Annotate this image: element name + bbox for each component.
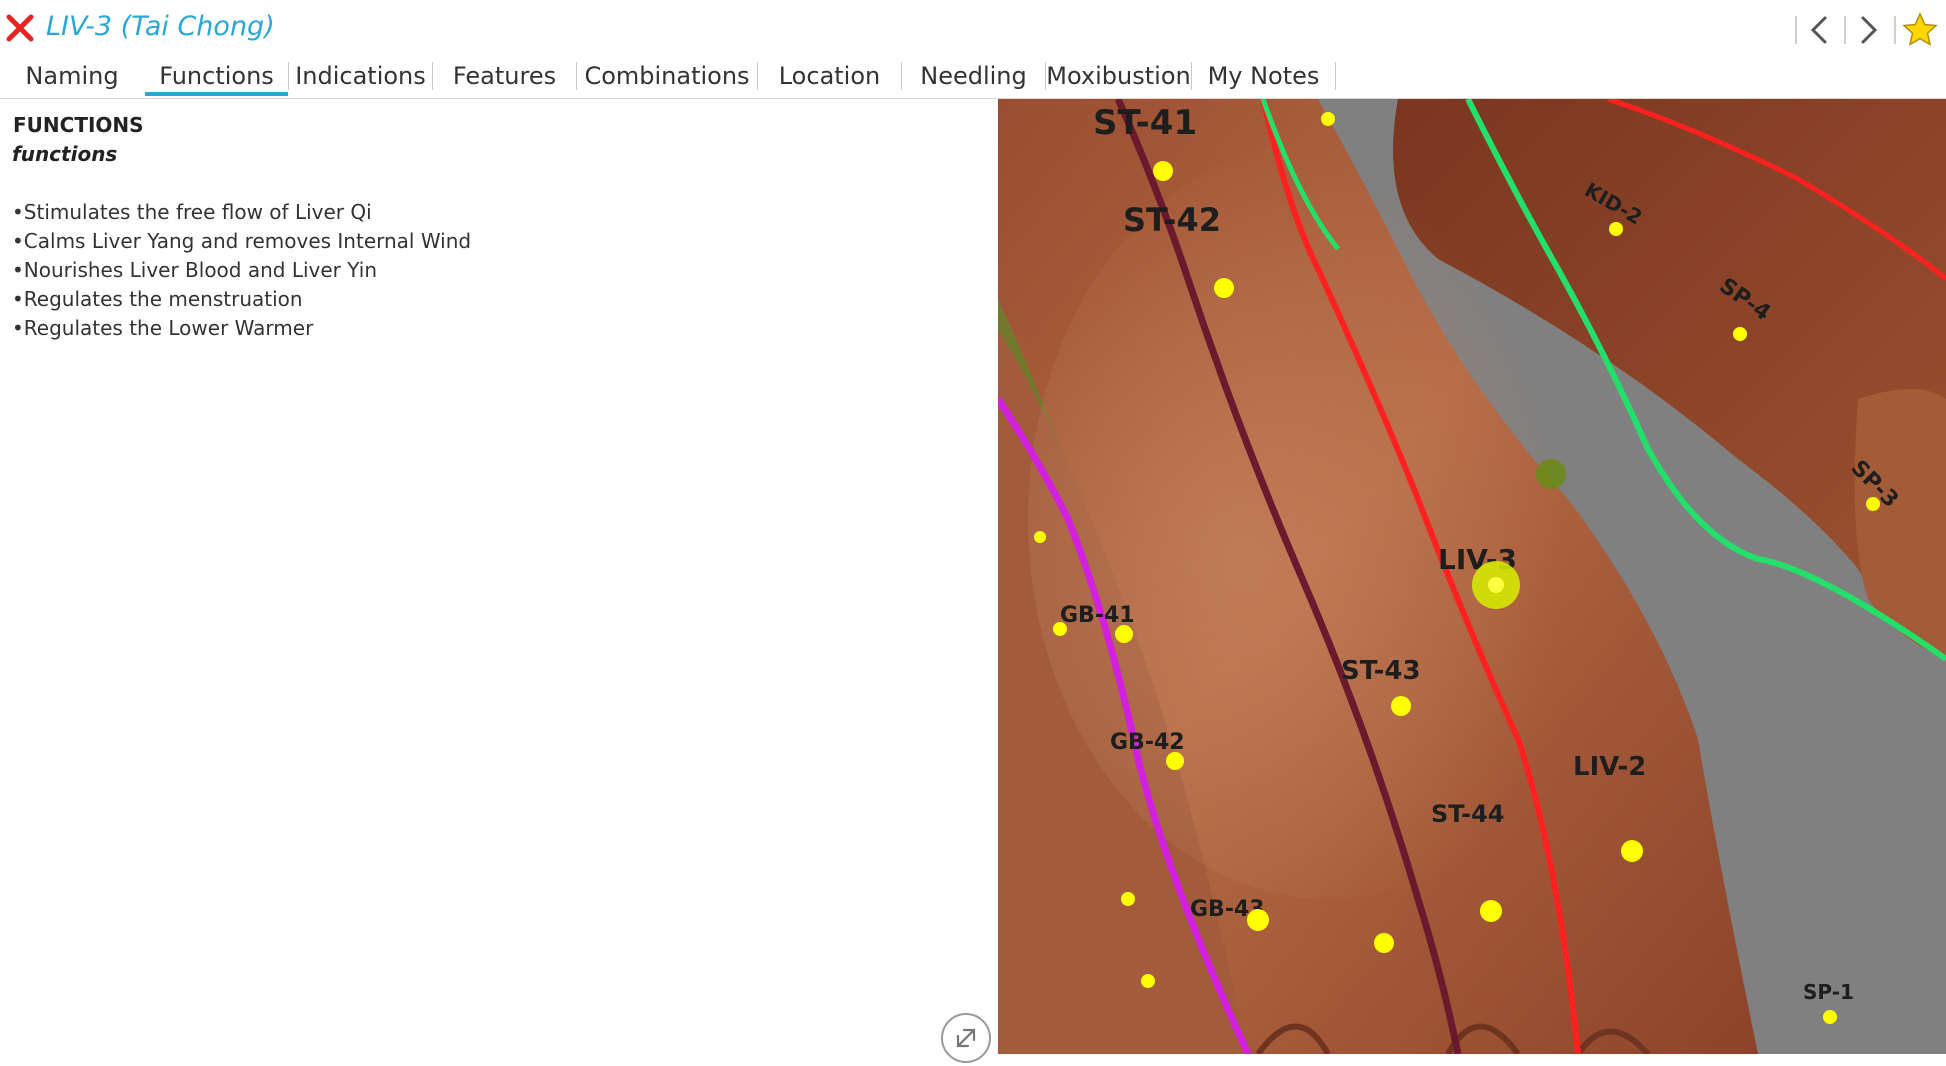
tab-location[interactable]: Location bbox=[758, 58, 901, 94]
tab-functions[interactable]: Functions bbox=[145, 58, 288, 96]
point-label-st42: ST-42 bbox=[1123, 201, 1221, 239]
foot-model[interactable]: ST-41 ST-42 ST-43 ST-44 LIV-3 LIV-2 GB-4… bbox=[998, 99, 1946, 1054]
section-heading: FUNCTIONS bbox=[13, 113, 144, 137]
acupoint-lateral[interactable] bbox=[1034, 531, 1046, 543]
tab-needling[interactable]: Needling bbox=[902, 58, 1045, 94]
tab-separator bbox=[1335, 62, 1336, 90]
acupoint-st44[interactable] bbox=[1480, 900, 1502, 922]
list-item: •Calms Liver Yang and removes Internal W… bbox=[12, 229, 472, 253]
acupoint-st43[interactable] bbox=[1391, 696, 1411, 716]
expand-arrows-icon bbox=[956, 1028, 976, 1048]
list-item: •Nourishes Liver Blood and Liver Yin bbox=[12, 258, 377, 282]
acupoint-kid[interactable] bbox=[1321, 112, 1335, 126]
3d-model-viewer[interactable]: ST-41 ST-42 ST-43 ST-44 LIV-3 LIV-2 GB-4… bbox=[998, 99, 1946, 1054]
acupoint-st42[interactable] bbox=[1214, 278, 1234, 298]
star-icon[interactable] bbox=[1900, 10, 1940, 50]
functions-panel: FUNCTIONS functions •Stimulates the free… bbox=[0, 99, 999, 1054]
chevron-right-icon[interactable] bbox=[1848, 10, 1888, 50]
functions-list: •Stimulates the free flow of Liver Qi •C… bbox=[12, 198, 471, 343]
point-label-st41: ST-41 bbox=[1093, 103, 1197, 143]
acupoint-liv2[interactable] bbox=[1621, 840, 1643, 862]
point-label-gb41: GB-41 bbox=[1060, 603, 1135, 628]
acupoint-bl[interactable] bbox=[1141, 974, 1155, 988]
acupoint-bl[interactable] bbox=[1121, 892, 1135, 906]
acupoint-sp3[interactable] bbox=[1866, 497, 1880, 511]
acupoint-gb42[interactable] bbox=[1166, 752, 1184, 770]
point-label-st43: ST-43 bbox=[1341, 656, 1421, 686]
point-label-sp1: SP-1 bbox=[1803, 980, 1854, 1004]
acupoint-st41[interactable] bbox=[1153, 161, 1173, 181]
tab-combinations[interactable]: Combinations bbox=[577, 58, 757, 94]
tab-naming[interactable]: Naming bbox=[0, 58, 144, 94]
skin-highlight bbox=[1028, 139, 1628, 899]
acupoint-liv3-center bbox=[1488, 577, 1504, 593]
chevron-left-icon[interactable] bbox=[1800, 10, 1840, 50]
list-item: •Stimulates the free flow of Liver Qi bbox=[12, 200, 372, 224]
point-label-liv2: LIV-2 bbox=[1573, 752, 1646, 782]
nav-separator bbox=[1844, 16, 1846, 44]
tab-features[interactable]: Features bbox=[433, 58, 576, 94]
nav-separator bbox=[1894, 16, 1896, 44]
expand-button[interactable] bbox=[941, 1013, 991, 1063]
acupoint-unlabeled[interactable] bbox=[1374, 933, 1394, 953]
tab-bar: Naming Functions Indications Features Co… bbox=[0, 54, 1946, 99]
nav-separator bbox=[1795, 16, 1797, 44]
point-label-gb42: GB-42 bbox=[1110, 730, 1185, 755]
point-title: LIV-3 (Tai Chong) bbox=[46, 11, 275, 42]
acupoint-sp4[interactable] bbox=[1733, 327, 1747, 341]
section-subheading: functions bbox=[12, 142, 118, 166]
acupoint-lateral[interactable] bbox=[1053, 622, 1067, 636]
acupoint-marker[interactable] bbox=[1536, 459, 1566, 489]
acupoint-sp1[interactable] bbox=[1823, 1010, 1837, 1024]
point-label-st44: ST-44 bbox=[1431, 800, 1505, 828]
close-x-icon[interactable] bbox=[4, 12, 36, 44]
title-bar: LIV-3 (Tai Chong) bbox=[0, 0, 1946, 54]
tab-moxibustion[interactable]: Moxibustion bbox=[1046, 58, 1191, 94]
acupoint-gb41[interactable] bbox=[1115, 625, 1133, 643]
acupoint-gb43[interactable] bbox=[1247, 909, 1269, 931]
tab-indications[interactable]: Indications bbox=[289, 58, 432, 94]
list-item: •Regulates the Lower Warmer bbox=[12, 316, 314, 340]
acupoint-kid2[interactable] bbox=[1609, 222, 1623, 236]
tab-my-notes[interactable]: My Notes bbox=[1192, 58, 1335, 94]
list-item: •Regulates the menstruation bbox=[12, 287, 303, 311]
